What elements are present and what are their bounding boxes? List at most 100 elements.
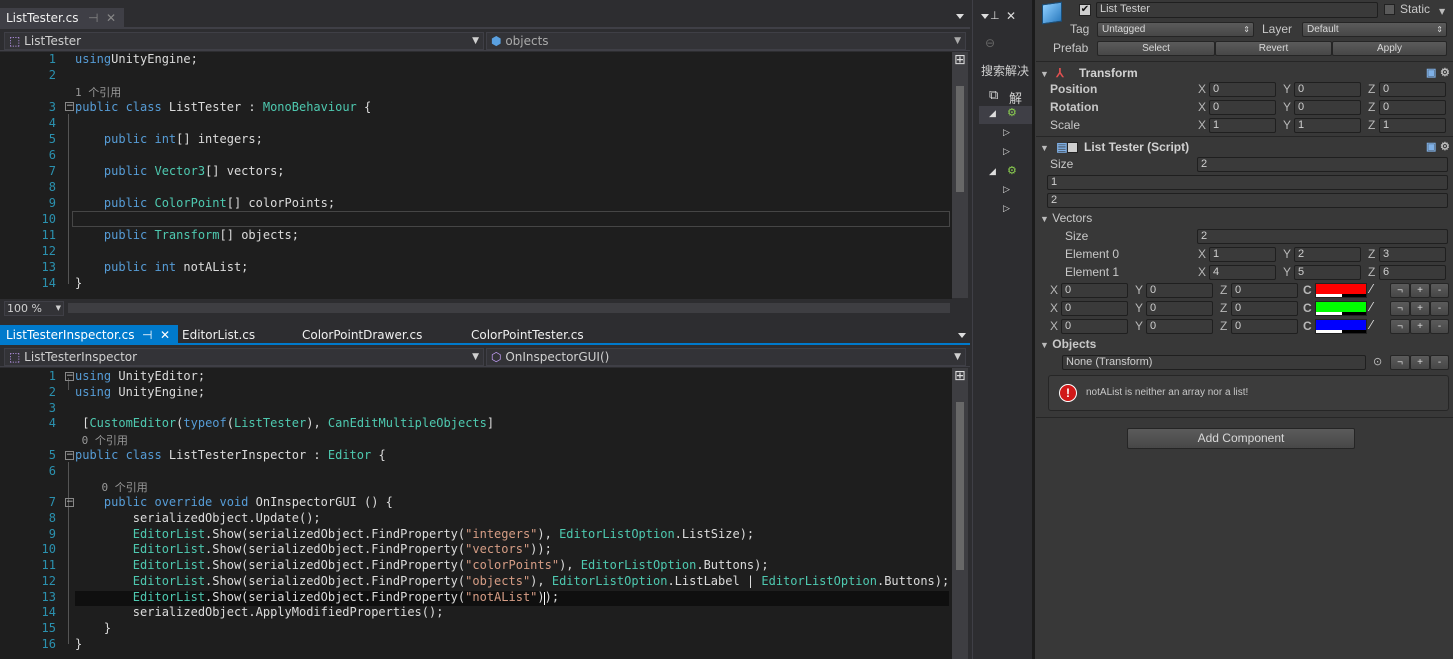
color-swatch[interactable]: [1315, 283, 1367, 298]
collapse-toggle[interactable]: −: [65, 102, 74, 111]
prefab-select-button[interactable]: Select: [1097, 41, 1215, 56]
z-value-input[interactable]: 6: [1379, 265, 1446, 280]
objects-element-field[interactable]: None (Transform): [1062, 355, 1366, 370]
add-button[interactable]: +: [1410, 301, 1430, 316]
prefab-revert-button[interactable]: Revert: [1215, 41, 1332, 56]
add-button[interactable]: +: [1410, 283, 1430, 298]
x-value-input[interactable]: 0: [1209, 100, 1276, 115]
z-value-input[interactable]: 0: [1231, 319, 1298, 334]
gear-icon[interactable]: ⚙: [1440, 138, 1450, 156]
integer-element-input[interactable]: 2: [1047, 193, 1448, 208]
y-value-input[interactable]: 0: [1294, 100, 1361, 115]
tree-row-selected[interactable]: [979, 106, 1032, 124]
x-value-input[interactable]: 4: [1209, 265, 1276, 280]
close-icon[interactable]: ✕: [1006, 9, 1016, 23]
x-value-input[interactable]: 1: [1209, 118, 1276, 133]
collapse-toggle[interactable]: −: [65, 498, 74, 507]
nav-class-dropdown[interactable]: ⬚ ListTester ▼: [4, 32, 484, 50]
y-value-input[interactable]: 2: [1294, 247, 1361, 262]
nav-member-dropdown[interactable]: ⬡ OnInspectorGUI() ▼: [486, 348, 966, 366]
z-value-input[interactable]: 0: [1231, 301, 1298, 316]
prefab-apply-button[interactable]: Apply: [1332, 41, 1447, 56]
expand-icon[interactable]: ▷: [1003, 185, 1010, 195]
duplicate-button[interactable]: ¬: [1390, 301, 1410, 316]
nav-class-dropdown[interactable]: ⬚ ListTesterInspector ▼: [4, 348, 484, 366]
x-value-input[interactable]: 0: [1061, 283, 1128, 298]
reference-count-lens[interactable]: 0 个引用: [75, 479, 147, 495]
static-checkbox[interactable]: [1384, 4, 1395, 15]
delete-button[interactable]: -: [1430, 355, 1449, 370]
pin-icon[interactable]: ⊣: [142, 325, 152, 345]
foldout-icon[interactable]: ▼: [1040, 340, 1049, 350]
object-name-input[interactable]: List Tester: [1096, 2, 1378, 18]
integers-size-input[interactable]: 2: [1197, 157, 1448, 172]
x-value-input[interactable]: 0: [1061, 301, 1128, 316]
close-icon[interactable]: ✕: [160, 325, 170, 345]
solution-icon[interactable]: ⧉: [989, 88, 998, 103]
integer-element-input[interactable]: 1: [1047, 175, 1448, 190]
collapse-toggle[interactable]: −: [65, 372, 74, 381]
tag-dropdown[interactable]: Untagged ⇕: [1097, 22, 1254, 37]
z-value-input[interactable]: 3: [1379, 247, 1446, 262]
eyedropper-icon[interactable]: ⁄: [1370, 300, 1372, 314]
expand-icon[interactable]: ▷: [1003, 128, 1010, 138]
reference-count-lens[interactable]: 1 个引用: [75, 84, 121, 100]
expand-icon[interactable]: ◢: [989, 167, 996, 177]
pin-icon[interactable]: ⊣: [88, 8, 98, 28]
delete-button[interactable]: -: [1430, 283, 1449, 298]
nav-member-dropdown[interactable]: ⬢ objects ▼: [486, 32, 966, 50]
top-code-editor[interactable]: 1 usingUnityEngine; 2 1 个引用 3 public class Li…: [0, 52, 952, 300]
color-swatch[interactable]: [1315, 319, 1367, 334]
pin-icon[interactable]: ⊥: [990, 9, 1000, 22]
foldout-icon[interactable]: ▼: [1040, 69, 1049, 79]
bottom-vertical-scrollbar[interactable]: ⊞: [952, 368, 968, 659]
tab-dropdown-icon[interactable]: [956, 14, 964, 19]
zoom-dropdown[interactable]: 100 % ▼: [4, 301, 64, 316]
delete-button[interactable]: -: [1430, 301, 1449, 316]
z-value-input[interactable]: 1: [1379, 118, 1446, 133]
scroll-thumb[interactable]: [956, 86, 964, 192]
help-icon[interactable]: ▣: [1426, 138, 1436, 156]
duplicate-button[interactable]: ¬: [1390, 283, 1410, 298]
y-value-input[interactable]: 0: [1294, 82, 1361, 97]
eyedropper-icon[interactable]: ⁄: [1370, 282, 1372, 296]
x-value-input[interactable]: 1: [1209, 247, 1276, 262]
top-vertical-scrollbar[interactable]: ⊞: [952, 52, 968, 298]
objects-foldout[interactable]: ▼ Objects: [1040, 337, 1096, 351]
active-checkbox[interactable]: ✔: [1079, 4, 1091, 16]
z-value-input[interactable]: 0: [1379, 82, 1446, 97]
x-value-input[interactable]: 0: [1209, 82, 1276, 97]
tab-colorpointtester[interactable]: ColorPointTester.cs: [471, 325, 584, 345]
x-value-input[interactable]: 0: [1061, 319, 1128, 334]
split-icon[interactable]: ⊞: [954, 368, 966, 384]
gear-icon[interactable]: ⚙: [1440, 64, 1450, 82]
z-value-input[interactable]: 0: [1231, 283, 1298, 298]
tab-dropdown-icon[interactable]: [958, 333, 966, 338]
tab-colorpointdrawer[interactable]: ColorPointDrawer.cs: [302, 325, 422, 345]
back-icon[interactable]: ⊖: [985, 36, 995, 50]
search-solution-label[interactable]: 搜索解决: [981, 62, 1029, 79]
tab-editorlist[interactable]: EditorList.cs: [182, 325, 255, 345]
eyedropper-icon[interactable]: ⁄: [1370, 318, 1372, 332]
layer-dropdown[interactable]: Default ⇕: [1302, 22, 1447, 37]
vectors-foldout[interactable]: ▼ Vectors: [1040, 211, 1092, 225]
hscroll-track[interactable]: [68, 303, 950, 313]
script-header[interactable]: ▼ ▤ List Tester (Script) ▣ ⚙: [1040, 138, 1453, 156]
foldout-icon[interactable]: ▼: [1040, 214, 1049, 224]
script-checkbox[interactable]: [1067, 142, 1078, 153]
z-value-input[interactable]: 0: [1379, 100, 1446, 115]
dropdown-icon[interactable]: [981, 14, 989, 19]
collapse-toggle[interactable]: −: [65, 451, 74, 460]
static-dropdown-icon[interactable]: ▼: [1439, 7, 1445, 16]
add-component-button[interactable]: Add Component: [1127, 428, 1355, 449]
help-icon[interactable]: ▣: [1426, 64, 1436, 82]
foldout-icon[interactable]: ▼: [1040, 143, 1049, 153]
add-button[interactable]: +: [1410, 319, 1430, 334]
split-icon[interactable]: ⊞: [954, 52, 966, 68]
close-icon[interactable]: ✕: [106, 8, 116, 28]
transform-header[interactable]: ▼ ⅄ Transform ▣ ⚙: [1040, 64, 1453, 82]
color-swatch[interactable]: [1315, 301, 1367, 316]
delete-button[interactable]: -: [1430, 319, 1449, 334]
tab-listtester[interactable]: ListTester.cs ⊣ ✕: [0, 8, 124, 28]
expand-icon[interactable]: ▷: [1003, 204, 1010, 214]
